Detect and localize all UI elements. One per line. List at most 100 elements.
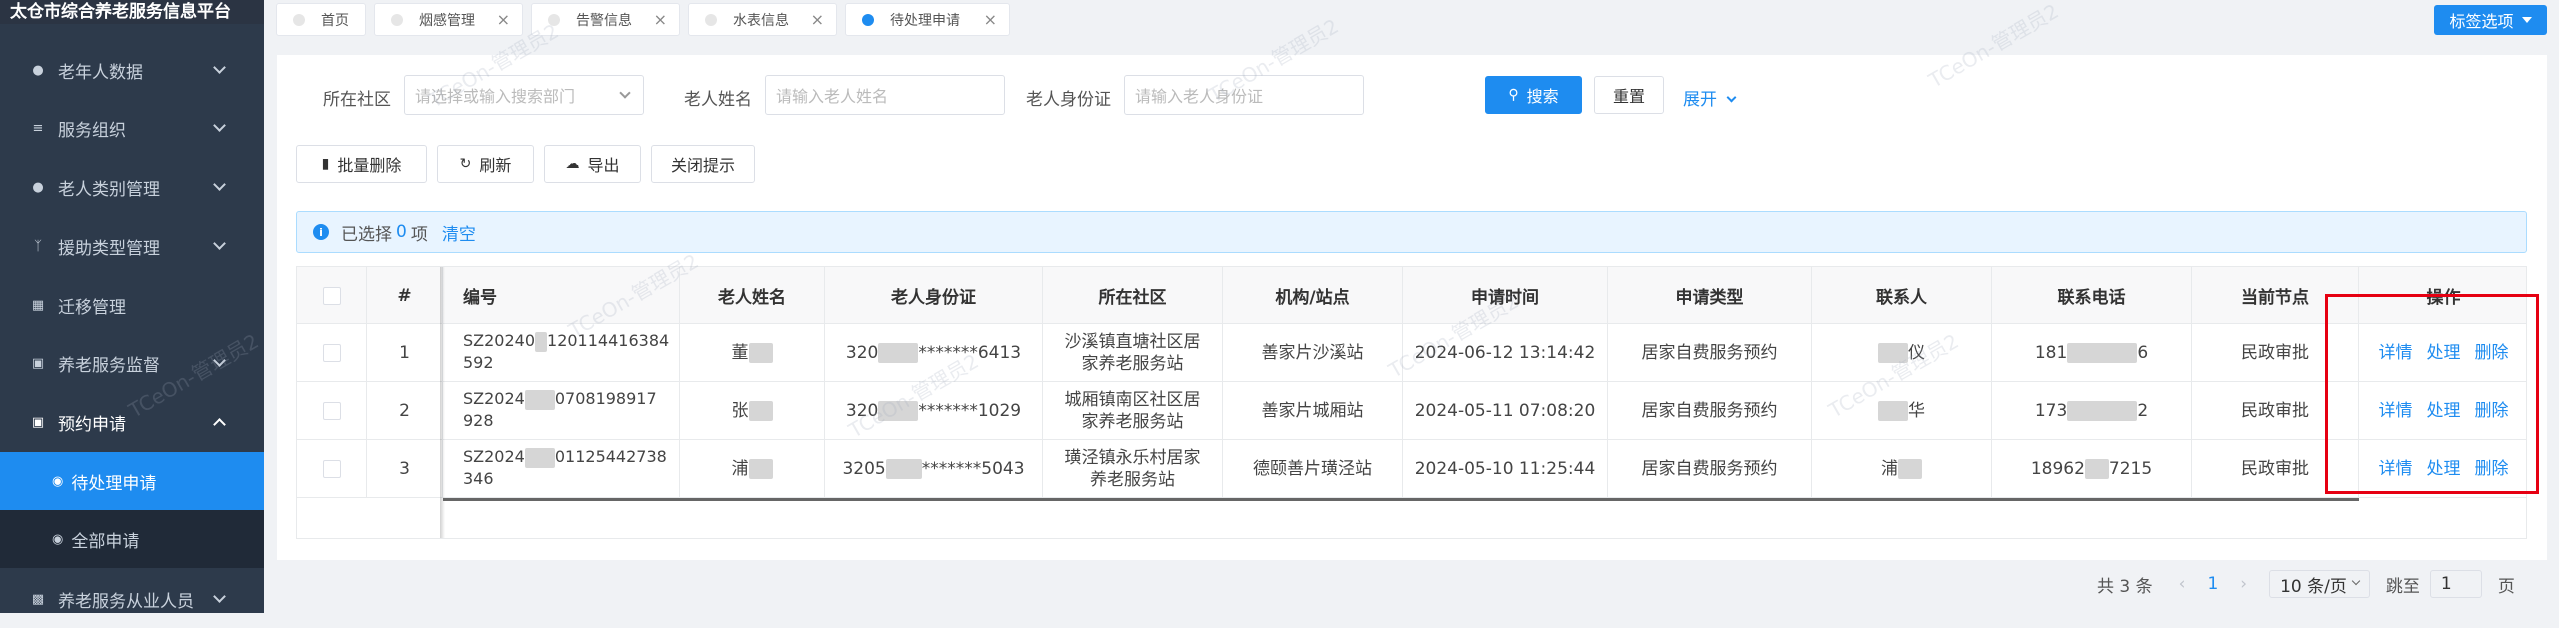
sidebar-subitem-label: 全部申请 <box>71 531 140 552</box>
id-part: *******6413 <box>918 343 1022 363</box>
cell-time: 2024-05-10 11:25:44 <box>1403 440 1608 498</box>
code-part: SZ20240 <box>463 331 536 350</box>
name-input[interactable]: 请输入老人姓名 <box>765 75 1005 115</box>
tag-options-button[interactable]: 标签选项 <box>2434 5 2547 35</box>
chevron-down-icon <box>213 237 226 250</box>
chevron-down-icon <box>213 61 226 74</box>
col-contact: 联系人 <box>1812 267 1992 324</box>
sidebar-subitem-all[interactable]: ◉ 全部申请 <box>0 510 264 568</box>
id-part: 320 <box>845 401 879 421</box>
current-page[interactable]: 1 <box>2207 574 2218 594</box>
tab-home[interactable]: 首页 <box>276 3 366 36</box>
user-group-icon: ● <box>32 179 44 195</box>
row-checkbox[interactable] <box>322 460 341 478</box>
sidebar-item-migration[interactable]: ▦ 迁移管理 <box>0 276 264 334</box>
page-suffix: 页 <box>2497 576 2515 597</box>
horizontal-scrollbar[interactable] <box>443 498 2359 501</box>
sidebar-item-supervision[interactable]: ▣ 养老服务监督 <box>0 334 264 392</box>
refresh-button[interactable]: ↻ 刷新 <box>437 145 534 183</box>
tab-bar: 首页 烟感管理 × 告警信息 × 水表信息 × 待处理申请 × 标签选项 <box>264 0 2559 40</box>
prev-page-icon[interactable]: ‹ <box>2179 574 2186 594</box>
cell-phone: 173 2 <box>1992 382 2192 440</box>
code-part: 928 <box>463 411 494 430</box>
clear-selection-link[interactable]: 清空 <box>442 220 476 245</box>
close-icon[interactable]: × <box>811 10 824 29</box>
col-time: 申请时间 <box>1403 267 1608 324</box>
close-icon[interactable]: × <box>654 10 667 29</box>
community-select[interactable]: 请选择或输入搜索部门 <box>404 75 644 115</box>
search-icon: ⚲ <box>1508 87 1519 103</box>
phone-part: 2 <box>2137 401 2149 421</box>
close-icon[interactable]: × <box>984 10 997 29</box>
export-button[interactable]: ☁ 导出 <box>544 145 641 183</box>
sidebar-item-service-org[interactable]: ≡ 服务组织 <box>0 99 264 157</box>
redaction <box>524 447 555 468</box>
sidebar-subitem-pending[interactable]: ◉ 待处理申请 <box>0 452 264 510</box>
tab-alarm[interactable]: 告警信息 × <box>531 3 680 36</box>
caret-down-icon <box>2521 17 2532 23</box>
sidebar-subitem-label: 待处理申请 <box>71 473 157 494</box>
page-size-select[interactable]: 10 条/页 <box>2269 570 2370 598</box>
idcard-input[interactable]: 请输入老人身份证 <box>1124 75 1364 115</box>
refresh-icon: ↻ <box>459 156 472 172</box>
sidebar-item-label: 服务组织 <box>58 120 126 141</box>
chevron-down-icon <box>213 354 226 367</box>
chart-icon: ▦ <box>31 297 45 313</box>
cell-station: 善家片沙溪站 <box>1223 324 1403 382</box>
col-idcard: 老人身份证 <box>825 267 1043 324</box>
cell-station: 善家片城厢站 <box>1223 382 1403 440</box>
tab-smoke[interactable]: 烟感管理 × <box>374 3 523 36</box>
sidebar-item-label: 养老服务从业人员 <box>58 591 194 612</box>
redaction <box>2067 401 2138 421</box>
reset-button-label: 重置 <box>1612 87 1645 106</box>
tab-pending[interactable]: 待处理申请 × <box>845 3 1010 36</box>
table-header: # 编号 老人姓名 老人身份证 所在社区 机构/站点 申请时间 申请类型 联系人… <box>297 267 2526 324</box>
redaction <box>748 459 773 479</box>
contact-part: 仪 <box>1908 343 1925 363</box>
row-checkbox[interactable] <box>322 402 341 420</box>
chevron-up-icon <box>213 418 226 431</box>
row-checkbox[interactable] <box>322 344 341 362</box>
calendar-icon: ▣ <box>31 414 45 430</box>
tab-water[interactable]: 水表信息 × <box>688 3 837 36</box>
cell-station: 德颐善片璜泾站 <box>1223 440 1403 498</box>
search-button[interactable]: ⚲ 搜索 <box>1485 76 1582 114</box>
select-all-cell <box>297 267 367 324</box>
sidebar-item-practitioners[interactable]: ▩ 养老服务从业人员 <box>0 570 264 628</box>
sidebar-item-appointment[interactable]: ▣ 预约申请 <box>0 393 264 451</box>
redaction <box>878 343 919 363</box>
contact-part: 华 <box>1908 401 1925 421</box>
col-community: 所在社区 <box>1043 267 1223 324</box>
sidebar-item-elderly-data[interactable]: ● 老年人数据 <box>0 41 264 99</box>
tag-options-label: 标签选项 <box>2449 12 2514 31</box>
applications-table: # 编号 老人姓名 老人身份证 所在社区 机构/站点 申请时间 申请类型 联系人… <box>296 266 2527 539</box>
sidebar-item-elderly-category[interactable]: ● 老人类别管理 <box>0 158 264 216</box>
community-placeholder: 请选择或输入搜索部门 <box>415 87 576 106</box>
sidebar-item-label: 迁移管理 <box>58 297 126 318</box>
table-row: 2 SZ2024 0708198917 928 张 320 *******1029 城… <box>297 382 2526 440</box>
sidebar-item-label: 援助类型管理 <box>58 238 160 259</box>
next-page-icon[interactable]: › <box>2240 574 2247 594</box>
cell-name: 张 <box>680 382 825 440</box>
reset-button[interactable]: 重置 <box>1594 76 1664 114</box>
cell-type: 居家自费服务预约 <box>1608 382 1812 440</box>
search-button-label: 搜索 <box>1526 87 1559 106</box>
selection-alert: i 已选择 0 项 清空 <box>296 211 2527 253</box>
idcard-label: 老人身份证 <box>1026 90 1111 110</box>
close-icon[interactable]: × <box>497 10 510 29</box>
expand-link[interactable]: 展开 <box>1683 85 1737 110</box>
jump-input[interactable]: 1 <box>2429 570 2482 598</box>
sidebar-item-label: 老人类别管理 <box>58 179 160 200</box>
cell-contact: 仪 <box>1812 324 1992 382</box>
sidebar: 太仓市综合养老服务信息平台 ● 老年人数据 ≡ 服务组织 ● 老人类别管理 ᛉ … <box>0 0 264 613</box>
export-label: 导出 <box>587 156 620 175</box>
col-phone: 联系电话 <box>1992 267 2192 324</box>
sidebar-item-aid-type[interactable]: ᛉ 援助类型管理 <box>0 217 264 275</box>
tab-label: 待处理申请 <box>890 12 960 29</box>
cell-name: 浦 <box>680 440 825 498</box>
close-tips-button[interactable]: 关闭提示 <box>651 145 755 183</box>
main-panel: 所在社区 请选择或输入搜索部门 老人姓名 请输入老人姓名 老人身份证 请输入老人… <box>277 55 2547 598</box>
row-select-cell <box>297 440 367 498</box>
select-all-checkbox[interactable] <box>322 286 341 305</box>
batch-delete-button[interactable]: ▮ 批量删除 <box>296 145 427 183</box>
